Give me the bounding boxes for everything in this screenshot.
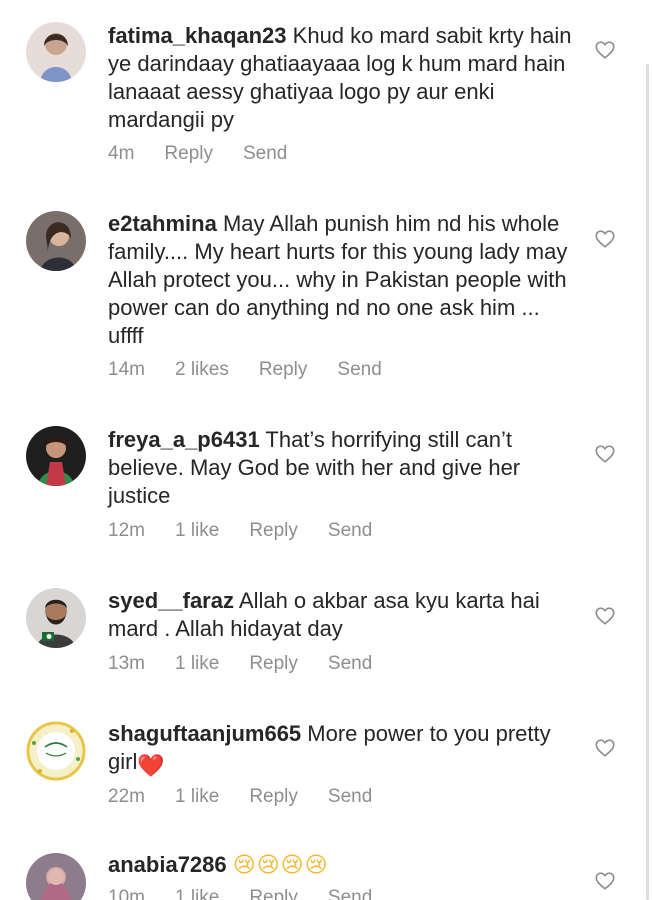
comment-time: 13m — [108, 653, 145, 674]
comment-likes[interactable]: 1 like — [175, 653, 219, 675]
heart-outline-icon[interactable] — [594, 228, 616, 250]
comment-time: 4m — [108, 143, 135, 164]
send-button[interactable]: Send — [337, 359, 381, 381]
comment-username[interactable]: freya_a_p6431 — [108, 427, 260, 452]
comment-text: anabia7286 😢😢😢😢 — [108, 851, 578, 879]
scrollbar[interactable] — [640, 0, 652, 900]
comment-meta: 4m Reply Send — [108, 143, 317, 165]
reply-button[interactable]: Reply — [249, 887, 298, 900]
avatar[interactable] — [26, 22, 86, 82]
send-button[interactable]: Send — [328, 786, 372, 808]
crying-face-emoji: 😢😢😢😢 — [232, 852, 329, 877]
reply-button[interactable]: Reply — [164, 143, 213, 165]
comment-username[interactable]: shaguftaanjum665 — [108, 721, 301, 746]
scrollbar-thumb[interactable] — [646, 64, 649, 900]
comment-time: 22m — [108, 786, 145, 807]
send-button[interactable]: Send — [328, 653, 372, 675]
reply-button[interactable]: Reply — [249, 786, 298, 808]
comment-meta: 10m 1 like Reply Send — [108, 887, 402, 900]
avatar[interactable] — [26, 211, 86, 271]
comment-username[interactable]: anabia7286 — [108, 852, 227, 877]
comment-username[interactable]: syed__faraz — [108, 588, 234, 613]
comment-likes[interactable]: 1 like — [175, 786, 219, 808]
reply-button[interactable]: Reply — [249, 653, 298, 675]
heart-outline-icon[interactable] — [594, 737, 616, 759]
comment-likes[interactable]: 1 like — [175, 520, 219, 542]
send-button[interactable]: Send — [328, 887, 372, 900]
heart-outline-icon[interactable] — [594, 39, 616, 61]
heart-outline-icon[interactable] — [594, 443, 616, 465]
reply-button[interactable]: Reply — [259, 359, 308, 381]
comment-time: 10m — [108, 887, 145, 900]
comment-meta: 12m 1 like Reply Send — [108, 520, 402, 542]
comment-username[interactable]: e2tahmina — [108, 211, 217, 236]
comment-text: freya_a_p6431 That’s horrifying still ca… — [108, 426, 578, 510]
avatar[interactable] — [26, 721, 86, 781]
send-button[interactable]: Send — [328, 520, 372, 542]
comment-meta: 13m 1 like Reply Send — [108, 653, 402, 675]
comment-likes[interactable]: 1 like — [175, 887, 219, 900]
heart-outline-icon[interactable] — [594, 870, 616, 892]
avatar[interactable] — [26, 853, 86, 900]
comment-text: fatima_khaqan23 Khud ko mard sabit krty … — [108, 22, 578, 134]
heart-outline-icon[interactable] — [594, 605, 616, 627]
send-button[interactable]: Send — [243, 143, 287, 165]
comment-meta: 14m 2 likes Reply Send — [108, 359, 412, 381]
comment-time: 12m — [108, 520, 145, 541]
comment-time: 14m — [108, 359, 145, 380]
red-heart-emoji: ❤️ — [137, 753, 165, 778]
avatar[interactable] — [26, 588, 86, 648]
reply-button[interactable]: Reply — [249, 520, 298, 542]
comment-likes[interactable]: 2 likes — [175, 359, 229, 381]
avatar[interactable] — [26, 426, 86, 486]
comment-username[interactable]: fatima_khaqan23 — [108, 23, 287, 48]
comment-text: syed__faraz Allah o akbar asa kyu karta … — [108, 587, 578, 643]
comment-text: e2tahmina May Allah punish him nd his wh… — [108, 210, 578, 350]
comment-meta: 22m 1 like Reply Send — [108, 786, 402, 808]
comment-text: shaguftaanjum665 More power to you prett… — [108, 720, 578, 780]
